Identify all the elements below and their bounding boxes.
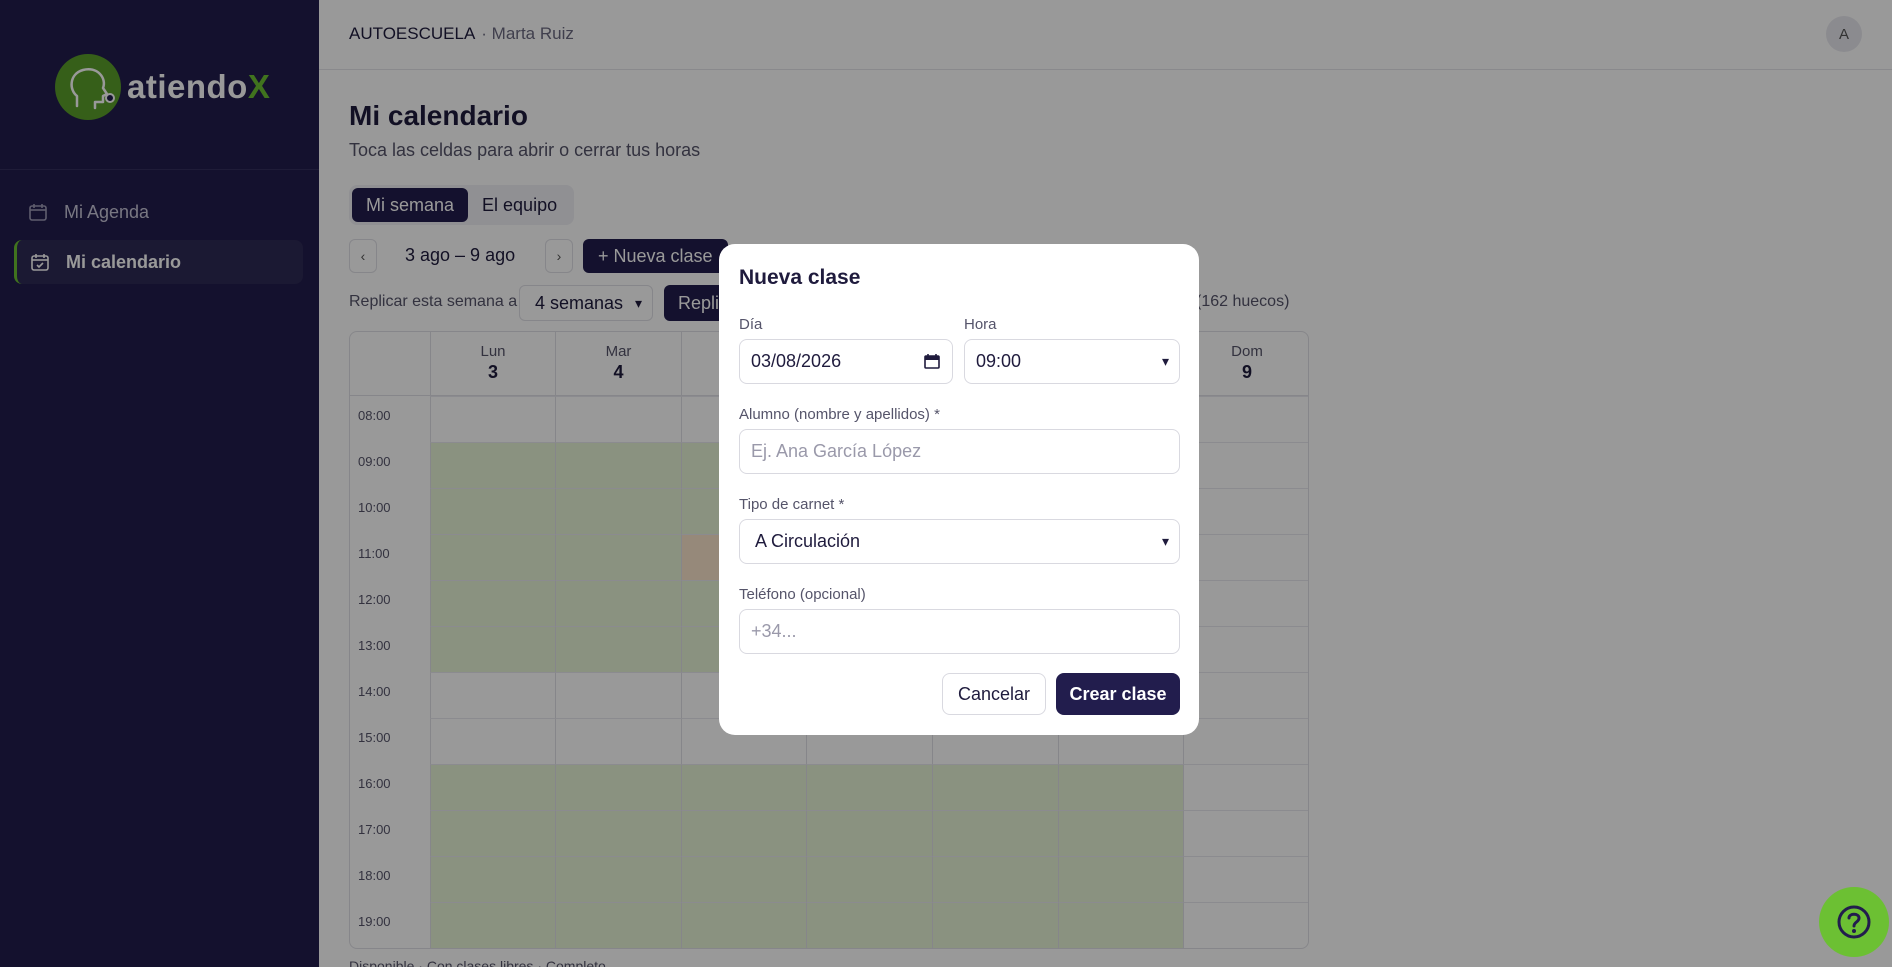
phone-input[interactable]: +34... (739, 609, 1180, 654)
day-label: Día (739, 316, 763, 333)
new-class-dialog: Nueva clase Día 03/08/2026 Hora 09:00 ▾ A… (719, 244, 1199, 735)
dialog-title: Nueva clase (739, 266, 861, 289)
student-label: Alumno (nombre y apellidos) * (739, 406, 940, 423)
calendar-icon (924, 354, 940, 369)
hour-label: Hora (964, 316, 997, 333)
phone-label: Teléfono (opcional) (739, 586, 866, 603)
license-label: Tipo de carnet * (739, 496, 845, 513)
chevron-down-icon: ▾ (1161, 353, 1169, 369)
license-type-select[interactable]: A Circulación ▾ (739, 519, 1180, 564)
help-button[interactable] (1819, 887, 1889, 957)
student-name-input[interactable]: Ej. Ana García López (739, 429, 1180, 474)
question-circle-icon (1837, 905, 1871, 939)
create-class-button[interactable]: Crear clase (1056, 673, 1180, 715)
chevron-down-icon: ▾ (1161, 533, 1169, 549)
day-date-input[interactable]: 03/08/2026 (739, 339, 953, 384)
cancel-button[interactable]: Cancelar (942, 673, 1046, 715)
hour-select[interactable]: 09:00 ▾ (964, 339, 1180, 384)
